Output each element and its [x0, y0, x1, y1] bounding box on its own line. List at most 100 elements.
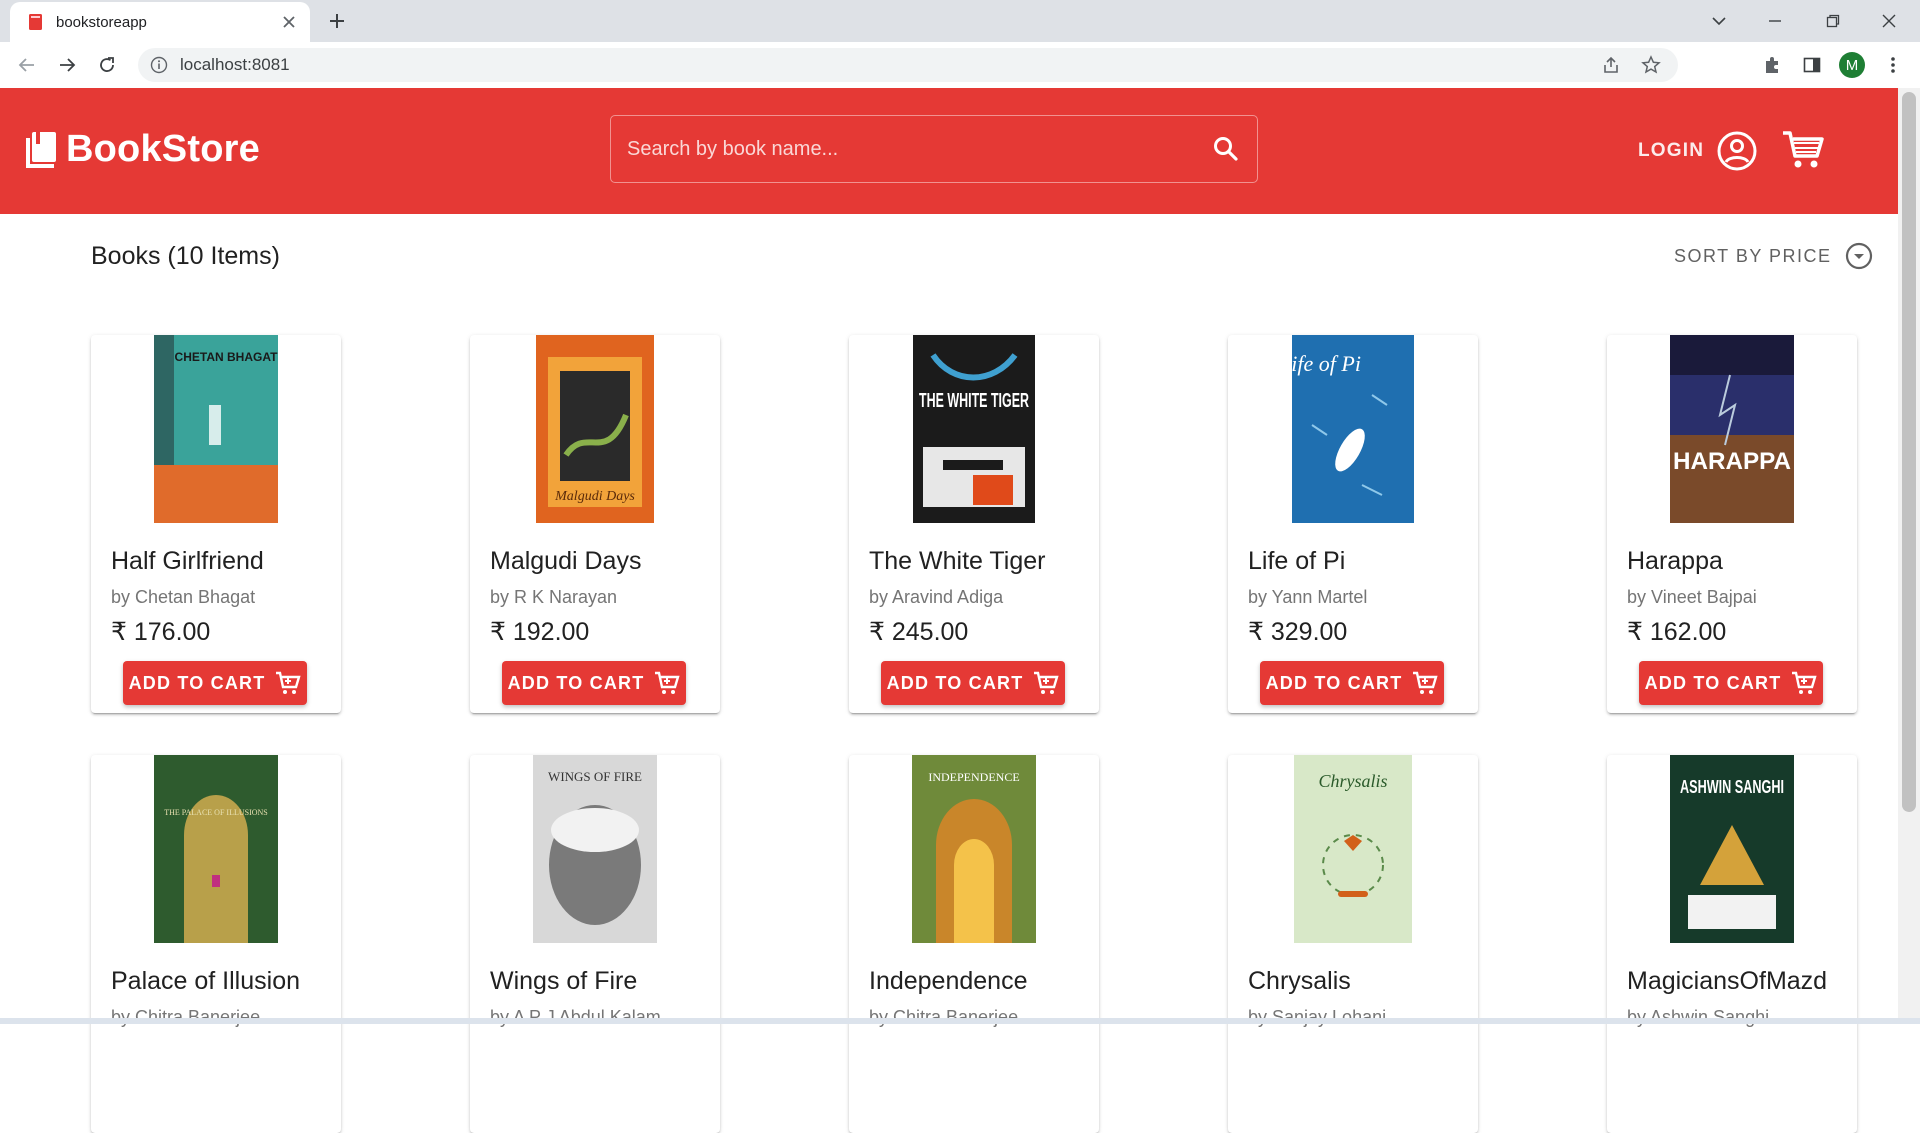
add-cart-icon — [1413, 671, 1439, 694]
page-scrollbar[interactable] — [1898, 88, 1920, 1024]
add-to-cart-label: ADD TO CART — [1265, 672, 1403, 693]
book-title: Malgudi Days — [490, 547, 642, 575]
sort-label: SORT BY PRICE — [1674, 245, 1832, 266]
book-title: Half Girlfriend — [111, 547, 264, 575]
book-author: by Vineet Bajpai — [1627, 587, 1757, 607]
add-to-cart-button[interactable]: ADD TO CART — [1260, 661, 1444, 705]
cover-title-text: Life of Pi — [1292, 351, 1361, 376]
cover-title-text: THE PALACE OF ILLUSIONS — [164, 808, 268, 817]
book-favicon-icon — [29, 14, 42, 30]
book-title: MagiciansOfMazd — [1627, 967, 1828, 995]
book-cover-image[interactable]: WINGS OF FIRE — [533, 755, 657, 943]
bottom-edge — [0, 1018, 1920, 1024]
search-input[interactable] — [625, 136, 1211, 162]
new-tab-icon[interactable] — [324, 8, 350, 34]
book-price: ₹ 329.00 — [1248, 618, 1348, 646]
cover-title-text: THE WHITE TIGER — [919, 390, 1029, 412]
close-tab-icon[interactable] — [280, 13, 298, 31]
login-label: LOGIN — [1638, 140, 1705, 161]
book-author: by Aravind Adiga — [869, 587, 1004, 607]
browser-tab[interactable]: bookstoreapp — [10, 2, 310, 42]
book-cover-image[interactable]: THE WHITE TIGER — [913, 335, 1035, 523]
book-cover-image[interactable]: Life of Pi — [1292, 335, 1414, 523]
bookmark-star-icon[interactable] — [1638, 52, 1664, 78]
book-cover-image[interactable]: CHETAN BHAGAT — [154, 335, 278, 523]
book-cover-image[interactable]: Malgudi Days — [536, 335, 654, 523]
book-card[interactable]: Malgudi Days Malgudi Days by R K Narayan… — [470, 335, 720, 713]
book-card[interactable]: HARAPPA Harappa by Vineet Bajpai ₹ 162.0… — [1607, 335, 1857, 713]
book-author: by Chetan Bhagat — [111, 587, 256, 607]
book-cover-image[interactable]: INDEPENDENCE — [912, 755, 1036, 943]
sort-by-price-button[interactable]: SORT BY PRICE — [1674, 241, 1874, 271]
book-title: Wings of Fire — [490, 967, 638, 995]
book-title: The White Tiger — [869, 547, 1046, 575]
browser-menu-icon[interactable] — [1880, 52, 1906, 78]
side-panel-icon[interactable] — [1799, 52, 1825, 78]
add-to-cart-label: ADD TO CART — [1644, 672, 1782, 693]
chevron-down-circle-icon — [1845, 242, 1872, 270]
book-author: by R K Narayan — [490, 587, 618, 607]
cover-title-text: ASHWIN SANGHI — [1680, 777, 1784, 797]
tab-title: bookstoreapp — [56, 13, 147, 31]
book-cover-image[interactable]: THE PALACE OF ILLUSIONS — [154, 755, 278, 943]
book-cover-image[interactable]: Chrysalis — [1294, 755, 1412, 943]
book-card[interactable]: CHETAN BHAGAT Half Girlfriend by Chetan … — [91, 335, 341, 713]
address-bar[interactable]: localhost:8081 — [138, 48, 1678, 82]
profile-avatar[interactable]: M — [1839, 52, 1865, 78]
add-cart-icon — [1792, 671, 1818, 694]
brand-logo[interactable]: BookStore — [24, 128, 260, 171]
search-box — [610, 115, 1258, 183]
login-button[interactable]: LOGIN — [1638, 130, 1758, 172]
book-card[interactable]: INDEPENDENCE Independence by Chitra Bane… — [849, 755, 1099, 1133]
back-arrow-icon[interactable] — [12, 50, 42, 80]
close-window-icon[interactable] — [1874, 8, 1904, 34]
book-title: Harappa — [1627, 547, 1723, 575]
url-text[interactable]: localhost:8081 — [180, 55, 1598, 75]
restore-window-icon[interactable] — [1818, 8, 1848, 34]
book-price: ₹ 192.00 — [490, 618, 590, 646]
add-to-cart-button[interactable]: ADD TO CART — [123, 661, 307, 705]
cover-title-text: HARAPPA — [1673, 448, 1791, 475]
book-card[interactable]: Life of Pi Life of Pi by Yann Martel ₹ 3… — [1228, 335, 1478, 713]
brand-name: BookStore — [66, 128, 260, 170]
books-logo-icon — [26, 131, 56, 168]
minimize-window-icon[interactable] — [1760, 8, 1790, 34]
book-card[interactable]: WINGS OF FIRE Wings of Fire by A P J Abd… — [470, 755, 720, 1133]
book-title: Independence — [869, 967, 1028, 995]
add-to-cart-button[interactable]: ADD TO CART — [881, 661, 1065, 705]
book-card[interactable]: THE WHITE TIGER The White Tiger by Aravi… — [849, 335, 1099, 713]
books-count-heading: Books (10 Items) — [91, 242, 280, 270]
shopping-cart-icon[interactable] — [1781, 128, 1825, 172]
search-icon[interactable] — [1211, 134, 1241, 164]
book-title: Life of Pi — [1248, 547, 1346, 575]
book-card[interactable]: THE PALACE OF ILLUSIONS Palace of Illusi… — [91, 755, 341, 1133]
add-to-cart-button[interactable]: ADD TO CART — [502, 661, 686, 705]
book-price: ₹ 162.00 — [1627, 618, 1727, 646]
book-cover-image[interactable]: HARAPPA — [1670, 335, 1794, 523]
scrollbar-thumb[interactable] — [1902, 92, 1916, 812]
book-cover-image[interactable]: ASHWIN SANGHI — [1670, 755, 1794, 943]
book-title: Palace of Illusion — [111, 967, 301, 995]
site-info-icon[interactable] — [150, 56, 168, 74]
account-circle-icon — [1717, 131, 1757, 171]
app-header: BookStore LOGIN — [0, 88, 1898, 214]
add-cart-icon — [276, 671, 302, 694]
add-cart-icon — [1034, 671, 1060, 694]
add-to-cart-label: ADD TO CART — [507, 672, 645, 693]
book-listing: Books (10 Items) SORT BY PRICE CHETAN BH… — [0, 214, 1898, 1133]
book-price: ₹ 245.00 — [869, 618, 969, 646]
reload-icon[interactable] — [92, 50, 122, 80]
book-card[interactable]: ASHWIN SANGHI MagiciansOfMazd by Ashwin … — [1607, 755, 1857, 1133]
tab-search-chevron-icon[interactable] — [1704, 8, 1734, 34]
cover-title-text: Chrysalis — [1318, 771, 1387, 791]
forward-arrow-icon[interactable] — [52, 50, 82, 80]
browser-toolbar: localhost:8081 M — [0, 42, 1920, 88]
cover-title-text: WINGS OF FIRE — [548, 769, 642, 784]
extensions-puzzle-icon[interactable] — [1759, 52, 1785, 78]
cover-title-text: CHETAN BHAGAT — [175, 350, 278, 364]
book-title: Chrysalis — [1248, 967, 1351, 995]
book-card[interactable]: Chrysalis Chrysalis by Sanjay Lohani — [1228, 755, 1478, 1133]
add-to-cart-label: ADD TO CART — [128, 672, 266, 693]
share-icon[interactable] — [1598, 52, 1624, 78]
add-to-cart-button[interactable]: ADD TO CART — [1639, 661, 1823, 705]
